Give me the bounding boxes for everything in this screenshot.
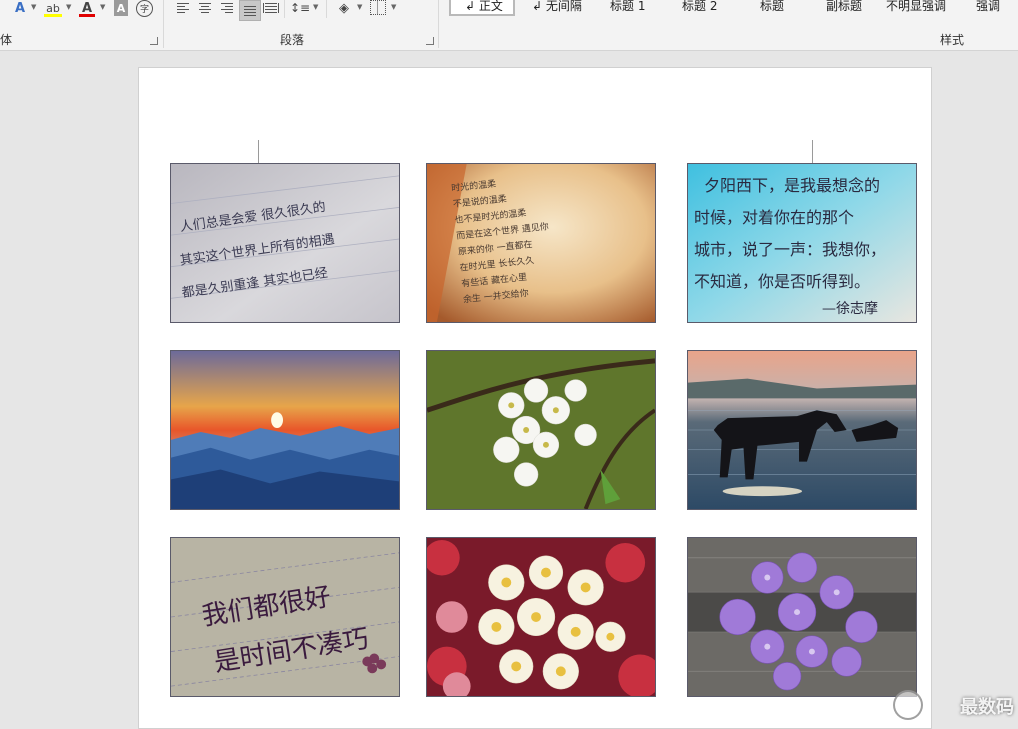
paragraph-dialog-launcher-icon[interactable] [426, 37, 434, 45]
margin-crop-mark [812, 140, 813, 164]
photo-handwriting-line: 城市，说了一声：我想你， [694, 240, 887, 259]
align-right-icon[interactable] [219, 0, 235, 16]
font-group-label: 体 [0, 33, 13, 47]
watermark-logo-icon [893, 690, 923, 720]
line-spacing-icon[interactable]: ↕≡ [290, 0, 310, 16]
chevron-down-icon[interactable]: ▼ [100, 3, 105, 11]
phonetic-guide-icon[interactable]: 字 [136, 0, 153, 17]
photo-handwriting-line: —徐志摩 [822, 301, 878, 317]
justify-icon[interactable] [239, 0, 261, 21]
style-title[interactable]: 标题 [760, 0, 784, 16]
chevron-down-icon[interactable]: ▼ [357, 3, 362, 11]
group-divider [438, 0, 439, 48]
photo-handwriting-line: 不知道，你是否听得到。 [694, 272, 871, 291]
chevron-down-icon[interactable]: ▼ [391, 3, 396, 11]
photo-handwriting-line: 时候，对着你在的那个 [694, 208, 855, 227]
chevron-down-icon[interactable]: ▼ [31, 3, 36, 11]
font-color-icon[interactable]: A [79, 0, 95, 17]
chevron-down-icon[interactable]: ▼ [313, 3, 318, 11]
distributed-align-icon[interactable] [263, 0, 279, 16]
shading-bucket-icon[interactable]: ◈ [336, 0, 352, 16]
borders-icon[interactable] [370, 0, 386, 15]
character-shading-icon[interactable]: A [114, 0, 128, 16]
align-left-icon[interactable] [175, 0, 191, 16]
group-divider [163, 0, 164, 48]
style-normal[interactable]: ↲ 正文 [449, 0, 515, 16]
font-dialog-launcher-icon[interactable] [150, 37, 158, 45]
highlight-color-icon[interactable]: ab [44, 0, 62, 17]
purple-handwriting-photo[interactable]: 我们都很好 是时间不凑巧 [170, 537, 400, 697]
style-emphasis[interactable]: 强调 [976, 0, 1000, 16]
chevron-down-icon[interactable]: ▼ [66, 3, 71, 11]
margin-crop-mark [258, 140, 259, 164]
watermark-text: 最数码 [960, 697, 1014, 718]
style-subtitle[interactable]: 副标题 [826, 0, 862, 16]
purple-hydrangea-photo[interactable] [687, 537, 917, 697]
styles-group-label: 样式 [940, 33, 965, 47]
document-page[interactable]: 人们总是会爱 很久很久的 其实这个世界上所有的相遇 都是久别重逢 其实也已经 时… [138, 67, 932, 729]
poem-lines: 时光的温柔 不是说的温柔 也不是时光的温柔 而是在这个世界 遇见你 原来的你 一… [450, 179, 550, 306]
horses-in-water-photo[interactable] [687, 350, 917, 510]
white-blossom-photo[interactable] [426, 350, 656, 510]
style-no-spacing[interactable]: ↲ 无间隔 [532, 0, 582, 16]
align-center-icon[interactable] [197, 0, 213, 16]
blue-handwriting-photo[interactable]: 夕阳西下，是我最想念的 时候，对着你在的那个 城市，说了一声：我想你， 不知道，… [687, 163, 917, 323]
photo-handwriting-line: 夕阳西下，是我最想念的 [704, 176, 881, 195]
style-heading-1[interactable]: 标题 1 [610, 0, 645, 16]
ribbon: A ▼ ab ▼ A ▼ A 字 体 ↕≡ ▼ ◈ ▼ ▼ 段落 ↲ 正文 ↲ … [0, 0, 1018, 51]
text-effects-icon[interactable]: A [12, 0, 28, 16]
style-subtle-emphasis[interactable]: 不明显强调 [886, 0, 946, 16]
mountain-sunset-photo[interactable] [170, 350, 400, 510]
paragraph-group-label: 段落 [280, 33, 305, 47]
group-divider [326, 0, 327, 18]
daisy-bouquet-photo[interactable] [426, 537, 656, 697]
group-divider [284, 0, 285, 18]
poem-card-photo[interactable]: 时光的温柔 不是说的温柔 也不是时光的温柔 而是在这个世界 遇见你 原来的你 一… [426, 163, 656, 323]
handwriting-note-photo[interactable]: 人们总是会爱 很久很久的 其实这个世界上所有的相遇 都是久别重逢 其实也已经 [170, 163, 400, 323]
style-heading-2[interactable]: 标题 2 [682, 0, 717, 16]
